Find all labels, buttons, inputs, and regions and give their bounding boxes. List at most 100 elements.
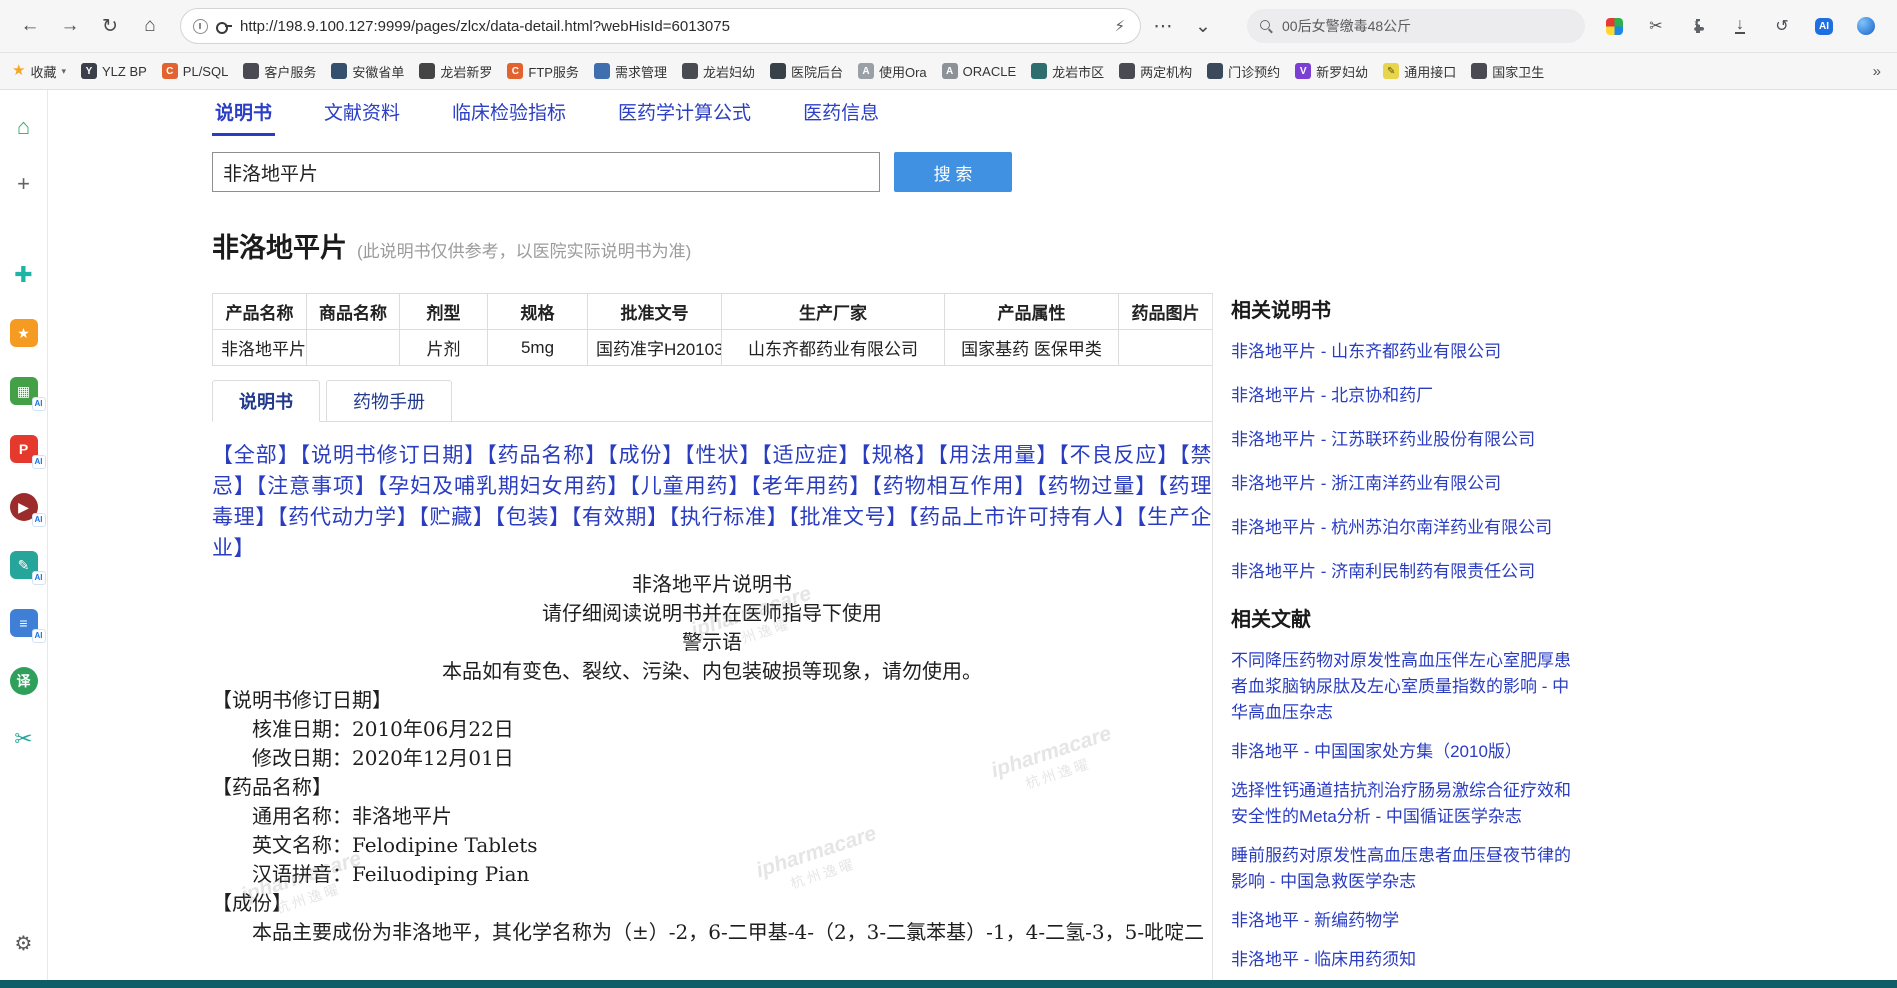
- related-manual-link[interactable]: 非洛地平片 - 浙江南洋药业有限公司: [1231, 471, 1582, 497]
- bookmark-item[interactable]: A ORACLE: [941, 63, 1016, 79]
- address-bar[interactable]: http://198.9.100.127:9999/pages/zlcx/dat…: [180, 8, 1141, 44]
- anchor-link[interactable]: 【全部】: [212, 443, 300, 467]
- anchor-link[interactable]: 【不良反应】: [1058, 443, 1179, 467]
- bookmark-item[interactable]: Y YLZ BP: [81, 63, 147, 79]
- extension-grid-icon[interactable]: [1599, 11, 1629, 41]
- puzzle-icon: [1693, 19, 1704, 33]
- site-info-icon[interactable]: [193, 18, 208, 34]
- bookmark-item[interactable]: 龙岩新罗: [419, 62, 492, 81]
- quick-action-icon[interactable]: ⚡: [1111, 17, 1128, 35]
- anchor-link[interactable]: 【孕妇及哺乳期妇女用药】: [377, 474, 630, 498]
- page-tab[interactable]: 说明书: [212, 92, 276, 136]
- anchor-link[interactable]: 【性状】: [684, 443, 761, 467]
- sidebar-app-edit[interactable]: ✎ AI: [9, 550, 46, 585]
- related-manual-link[interactable]: 非洛地平片 - 杭州苏泊尔南洋药业有限公司: [1231, 515, 1582, 541]
- sidebar-app-star[interactable]: ★: [9, 318, 39, 348]
- anchor-link[interactable]: 【药物过量】: [1036, 474, 1157, 498]
- bookmark-favicon-icon: ★: [12, 62, 26, 79]
- sidebar-app-translate[interactable]: 译: [9, 666, 39, 696]
- page-tab[interactable]: 文献资料: [321, 92, 403, 136]
- bookmark-item[interactable]: 医院后台: [769, 62, 843, 81]
- sidebar-app-clover[interactable]: ✚: [9, 260, 39, 290]
- sidebar-app-pdf[interactable]: P AI: [9, 434, 46, 469]
- drug-search-input[interactable]: [212, 152, 880, 192]
- sidebar-app-doc[interactable]: ≡ AI: [9, 608, 46, 643]
- ai-assistant-icon[interactable]: AI: [1809, 11, 1839, 41]
- anchor-link[interactable]: 【注意事项】: [256, 474, 377, 498]
- anchor-link[interactable]: 【药品名称】: [486, 443, 607, 467]
- page-tab[interactable]: 医药信息: [800, 92, 882, 136]
- related-manual-link[interactable]: 非洛地平片 - 山东齐都药业有限公司: [1231, 339, 1582, 365]
- page-tab[interactable]: 临床检验指标: [449, 92, 569, 136]
- browser-search-box[interactable]: 00后女警缴毒48公斤: [1247, 9, 1585, 43]
- ai-badge: AI: [31, 513, 46, 527]
- sidebar-app-image[interactable]: ▦ AI: [9, 376, 46, 411]
- bookmarks-overflow-icon[interactable]: »: [1869, 63, 1885, 80]
- puzzle-extensions-icon[interactable]: [1683, 11, 1713, 41]
- anchor-link[interactable]: 【儿童用药】: [629, 474, 750, 498]
- bookmark-item[interactable]: 门诊预约: [1207, 62, 1280, 81]
- bookmark-label: 通用接口: [1404, 64, 1457, 80]
- sidebar-app-scissors[interactable]: ✂: [9, 724, 39, 754]
- home-button[interactable]: ⌂: [132, 9, 168, 43]
- bookmark-item[interactable]: 需求管理: [593, 62, 667, 81]
- bookmark-item[interactable]: C FTP服务: [507, 62, 579, 81]
- anchor-link[interactable]: 【规格】: [860, 443, 937, 467]
- anchor-link[interactable]: 【药物相互作用】: [871, 474, 1036, 498]
- bookmark-item[interactable]: 龙岩市区: [1031, 62, 1104, 81]
- forward-button[interactable]: →: [52, 9, 88, 43]
- related-literature-link[interactable]: 睡前服药对原发性高血压患者血压昼夜节律的影响 - 中国急救医学杂志: [1231, 843, 1582, 895]
- anchor-link[interactable]: 【说明书修订日期】: [300, 443, 487, 467]
- sidebar-new-tab[interactable]: +: [9, 169, 39, 199]
- bookmark-item[interactable]: 国家卫生: [1471, 62, 1544, 81]
- anchor-link[interactable]: 【批准文号】: [788, 505, 908, 529]
- related-literature-link[interactable]: 选择性钙通道拮抗剂治疗肠易激综合征疗效和安全性的Meta分析 - 中国循证医学杂…: [1231, 778, 1582, 830]
- download-icon[interactable]: ↓: [1725, 11, 1755, 41]
- anchor-link[interactable]: 【有效期】: [571, 505, 669, 529]
- anchor-link[interactable]: 【用法用量】: [937, 443, 1058, 467]
- bookmark-item[interactable]: 两定机构: [1119, 62, 1192, 81]
- bookmark-item[interactable]: C PL/SQL: [161, 63, 228, 79]
- related-literature-link[interactable]: 非洛地平 - 中国国家处方集（2010版）: [1231, 739, 1582, 765]
- bookmark-item[interactable]: 龙岩妇幼: [681, 62, 755, 81]
- page-tab[interactable]: 医药学计算公式: [615, 92, 754, 136]
- sidebar-home[interactable]: ⌂: [9, 112, 39, 142]
- undo-history-icon[interactable]: ↺: [1767, 11, 1797, 41]
- anchor-link[interactable]: 【贮藏】: [418, 505, 494, 529]
- subtab[interactable]: 药物手册: [326, 380, 452, 422]
- bookmark-item[interactable]: 安徽省单: [331, 62, 404, 81]
- anchor-link[interactable]: 【药品上市许可持有人】: [908, 505, 1136, 529]
- bookmark-item[interactable]: 客户服务: [243, 62, 316, 81]
- bookmark-item[interactable]: V 新罗妇幼: [1295, 62, 1368, 81]
- browser-toolbar: ← → ↻ ⌂ http://198.9.100.127:9999/pages/…: [0, 0, 1897, 53]
- anchor-link[interactable]: 【药代动力学】: [277, 505, 418, 529]
- sidebar-app-video[interactable]: ▶ AI: [9, 492, 46, 527]
- settings-gear-icon[interactable]: ⚙: [15, 931, 33, 956]
- related-literature-link[interactable]: 非洛地平 - 临床用药须知: [1231, 947, 1582, 973]
- more-actions-icon[interactable]: ⋯: [1145, 9, 1181, 43]
- anchor-link[interactable]: 【老年用药】: [750, 474, 871, 498]
- related-manual-link[interactable]: 非洛地平片 - 济南利民制药有限责任公司: [1231, 559, 1582, 585]
- anchor-link[interactable]: 【适应症】: [761, 443, 860, 467]
- subtab[interactable]: 说明书: [212, 380, 320, 422]
- table-cell: 非洛地平片: [212, 329, 307, 366]
- related-manual-link[interactable]: 非洛地平片 - 北京协和药厂: [1231, 383, 1582, 409]
- scissors-icon[interactable]: ✂: [1641, 11, 1671, 41]
- reload-button[interactable]: ↻: [92, 9, 128, 43]
- table-cell: 5mg: [487, 329, 588, 366]
- related-literature-link[interactable]: 不同降压药物对原发性高血压伴左心室肥厚患者血浆脑钠尿肽及左心室质量指数的影响 -…: [1231, 648, 1582, 726]
- related-manual-link[interactable]: 非洛地平片 - 江苏联环药业股份有限公司: [1231, 427, 1582, 453]
- bookmark-item[interactable]: ★ 收藏 ▾: [12, 62, 66, 81]
- search-button[interactable]: 搜 索: [894, 152, 1012, 192]
- back-button[interactable]: ←: [12, 9, 48, 43]
- anchor-link[interactable]: 【成份】: [607, 443, 684, 467]
- dropdown-chevron-icon[interactable]: ⌄: [1185, 9, 1221, 43]
- copilot-icon[interactable]: [1851, 11, 1881, 41]
- anchor-link[interactable]: 【执行标准】: [669, 505, 789, 529]
- related-literature-link[interactable]: 非洛地平 - 新编药物学: [1231, 908, 1582, 934]
- bookmark-item[interactable]: A 使用Ora: [857, 62, 927, 81]
- bookmark-item[interactable]: ✎ 通用接口: [1383, 62, 1456, 81]
- anchor-link[interactable]: 【包装】: [495, 505, 571, 529]
- bookmark-label: 需求管理: [614, 64, 667, 80]
- bookmark-favicon-icon: ✎: [1383, 63, 1400, 79]
